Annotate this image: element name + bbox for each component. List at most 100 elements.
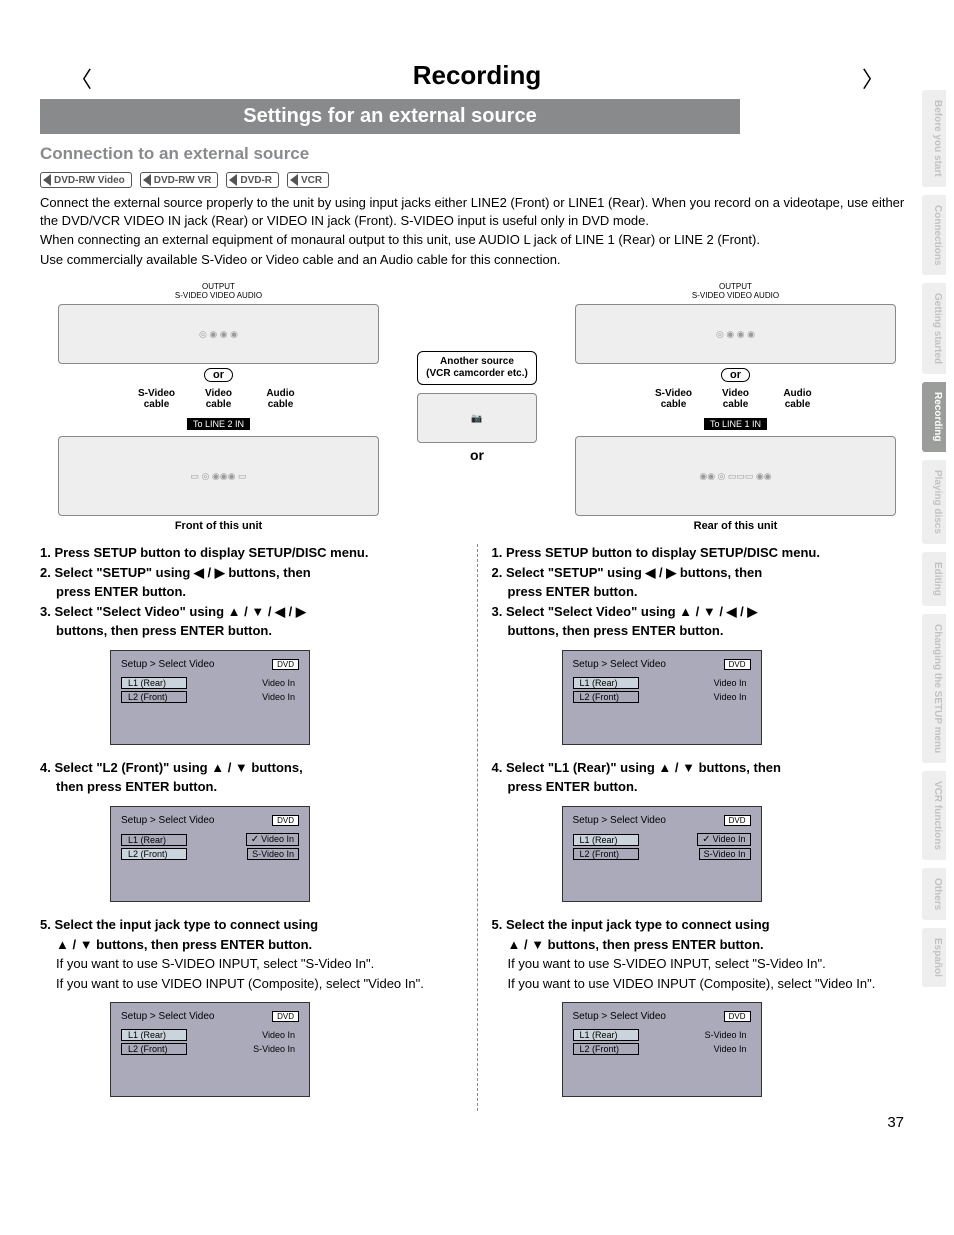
tab-editing[interactable]: Editing bbox=[922, 552, 946, 606]
menu-l1-rear: L1 (Rear) bbox=[573, 677, 639, 689]
audio-cable-label-r: Audio cable bbox=[773, 388, 823, 410]
menu-l1-val: S-Video In bbox=[701, 1030, 751, 1040]
source-device-right: ◎ ◉ ◉ ◉ bbox=[575, 304, 896, 364]
subheading: Connection to an external source bbox=[40, 144, 914, 164]
or-center: or bbox=[464, 447, 490, 463]
menu-l1-val: Video In bbox=[258, 1030, 299, 1040]
dvd-badge: DVD bbox=[724, 1011, 751, 1022]
menu-svin-box: S-Video In bbox=[247, 848, 299, 860]
tab-before-you-start[interactable]: Before you start bbox=[922, 90, 946, 187]
line1-badge: To LINE 1 IN bbox=[704, 418, 767, 430]
format-badges: DVD-RW Video DVD-RW VR DVD-R VCR bbox=[40, 172, 914, 188]
unit-front-image: ▭ ◎ ◉◉◉ ▭ bbox=[58, 436, 379, 516]
menu-l2-front: L2 (Front) bbox=[121, 691, 187, 703]
menu-svin-box: S-Video In bbox=[699, 848, 751, 860]
menu-l1-rear: L1 (Rear) bbox=[121, 1029, 187, 1041]
tab-others[interactable]: Others bbox=[922, 868, 946, 920]
l-step5a: 5. Select the input jack type to connect… bbox=[40, 916, 463, 934]
menu-panel-l1: Setup > Select Video DVD L1 (Rear) Video … bbox=[110, 650, 310, 745]
tab-setup-menu[interactable]: Changing the SETUP menu bbox=[922, 614, 946, 763]
menu-panel-r2: Setup > Select Video DVD L1 (Rear)Video … bbox=[562, 806, 762, 902]
menu-l2-val: Video In bbox=[710, 1044, 751, 1054]
audio-cable-label: Audio cable bbox=[256, 388, 306, 410]
menu-l1-rear: L1 (Rear) bbox=[573, 834, 639, 846]
tab-vcr-functions[interactable]: VCR functions bbox=[922, 771, 946, 860]
output-label-right: OUTPUT bbox=[557, 282, 914, 291]
menu-l1-rear-val: Video In bbox=[258, 678, 299, 688]
dvd-badge: DVD bbox=[272, 815, 299, 826]
dvd-badge: DVD bbox=[724, 815, 751, 826]
tab-espanol[interactable]: Español bbox=[922, 928, 946, 987]
intro-text: Connect the external source properly to … bbox=[40, 194, 914, 268]
tab-getting-started[interactable]: Getting started bbox=[922, 283, 946, 374]
connection-diagram: OUTPUT S-VIDEO VIDEO AUDIO ◎ ◉ ◉ ◉ or S-… bbox=[40, 282, 914, 532]
r-step4a: 4. Select "L1 (Rear)" using ▲ / ▼ button… bbox=[492, 759, 915, 777]
chevron-left-icon: 〈 bbox=[70, 62, 92, 94]
l-step3b: buttons, then press ENTER button. bbox=[40, 622, 463, 640]
diagram-caption-left: Front of this unit bbox=[40, 520, 397, 532]
tab-recording[interactable]: Recording bbox=[922, 382, 946, 451]
menu-vin-box: Video In bbox=[246, 833, 299, 846]
menu-l2-front: L2 (Front) bbox=[121, 1043, 187, 1055]
r-step5b: ▲ / ▼ buttons, then press ENTER button. bbox=[492, 936, 915, 954]
r-step2b: press ENTER button. bbox=[492, 583, 915, 601]
dvd-badge: DVD bbox=[272, 659, 299, 670]
unit-rear-image: ◉◉ ◎ ▭▭▭ ◉◉ bbox=[575, 436, 896, 516]
menu-l1-rear: L1 (Rear) bbox=[121, 834, 187, 846]
l-step2a: 2. Select "SETUP" using ◀ / ▶ buttons, t… bbox=[40, 564, 463, 582]
menu-panel-r1: Setup > Select Video DVD L1 (Rear)Video … bbox=[562, 650, 762, 745]
badge-dvd-r: DVD-R bbox=[226, 172, 279, 188]
l-step3a: 3. Select "Select Video" using ▲ / ▼ / ◀… bbox=[40, 603, 463, 621]
badge-dvdrw-vr: DVD-RW VR bbox=[140, 172, 219, 188]
diagram-caption-right: Rear of this unit bbox=[557, 520, 914, 532]
video-cable-label-r: Video cable bbox=[711, 388, 761, 410]
r-step4b: press ENTER button. bbox=[492, 778, 915, 796]
menu-title-r1: Setup > Select Video bbox=[573, 659, 667, 670]
l-step1: 1. Press SETUP button to display SETUP/D… bbox=[40, 544, 463, 562]
menu-l2-val: S-Video In bbox=[249, 1044, 299, 1054]
jacks-label-right: S-VIDEO VIDEO AUDIO bbox=[557, 291, 914, 300]
jacks-label-left: S-VIDEO VIDEO AUDIO bbox=[40, 291, 397, 300]
r-step5d: If you want to use VIDEO INPUT (Composit… bbox=[492, 975, 915, 993]
camcorder-image: 📷 bbox=[417, 393, 537, 443]
left-column: 1. Press SETUP button to display SETUP/D… bbox=[40, 544, 477, 1111]
menu-title-l1: Setup > Select Video bbox=[121, 659, 215, 670]
l-step4a: 4. Select "L2 (Front)" using ▲ / ▼ butto… bbox=[40, 759, 463, 777]
r-step3a: 3. Select "Select Video" using ▲ / ▼ / ◀… bbox=[492, 603, 915, 621]
menu-l2-front: L2 (Front) bbox=[573, 691, 639, 703]
page-number: 37 bbox=[887, 1114, 904, 1131]
or-badge-right: or bbox=[721, 368, 750, 382]
side-tabs: Before you start Connections Getting sta… bbox=[922, 90, 946, 987]
r-step5a: 5. Select the input jack type to connect… bbox=[492, 916, 915, 934]
r-step2a: 2. Select "SETUP" using ◀ / ▶ buttons, t… bbox=[492, 564, 915, 582]
intro-p2: When connecting an external equipment of… bbox=[40, 231, 914, 249]
intro-p3: Use commercially available S-Video or Vi… bbox=[40, 251, 914, 269]
l-step5d: If you want to use VIDEO INPUT (Composit… bbox=[40, 975, 463, 993]
menu-l2-front-val: Video In bbox=[258, 692, 299, 702]
menu-panel-l3: Setup > Select Video DVD L1 (Rear) Video … bbox=[110, 1002, 310, 1097]
menu-panel-l2: Setup > Select Video DVD L1 (Rear) Video … bbox=[110, 806, 310, 902]
menu-l1-rear: L1 (Rear) bbox=[121, 677, 187, 689]
instruction-columns: 1. Press SETUP button to display SETUP/D… bbox=[40, 544, 914, 1111]
menu-l2-front: L2 (Front) bbox=[121, 848, 187, 860]
section-banner: Settings for an external source bbox=[40, 99, 740, 134]
page-title-wrap: 〈 Recording 〉 bbox=[40, 60, 914, 91]
menu-l2-front: L2 (Front) bbox=[573, 1043, 639, 1055]
l-step2b: press ENTER button. bbox=[40, 583, 463, 601]
badge-vcr: VCR bbox=[287, 172, 329, 188]
l-step5b: ▲ / ▼ buttons, then press ENTER button. bbox=[40, 936, 463, 954]
chevron-right-icon: 〉 bbox=[862, 62, 884, 94]
menu-title-r3: Setup > Select Video bbox=[573, 1011, 667, 1022]
dvd-badge: DVD bbox=[272, 1011, 299, 1022]
line2-badge: To LINE 2 IN bbox=[187, 418, 250, 430]
menu-title-l3: Setup > Select Video bbox=[121, 1011, 215, 1022]
tab-connections[interactable]: Connections bbox=[922, 195, 946, 276]
svideo-cable-label-r: S-Video cable bbox=[649, 388, 699, 410]
r-step1: 1. Press SETUP button to display SETUP/D… bbox=[492, 544, 915, 562]
tab-playing-discs[interactable]: Playing discs bbox=[922, 460, 946, 544]
l-step5c: If you want to use S-VIDEO INPUT, select… bbox=[40, 955, 463, 973]
menu-title-l2: Setup > Select Video bbox=[121, 815, 215, 826]
menu-title-r2: Setup > Select Video bbox=[573, 815, 667, 826]
right-column: 1. Press SETUP button to display SETUP/D… bbox=[477, 544, 915, 1111]
r-step5c: If you want to use S-VIDEO INPUT, select… bbox=[492, 955, 915, 973]
